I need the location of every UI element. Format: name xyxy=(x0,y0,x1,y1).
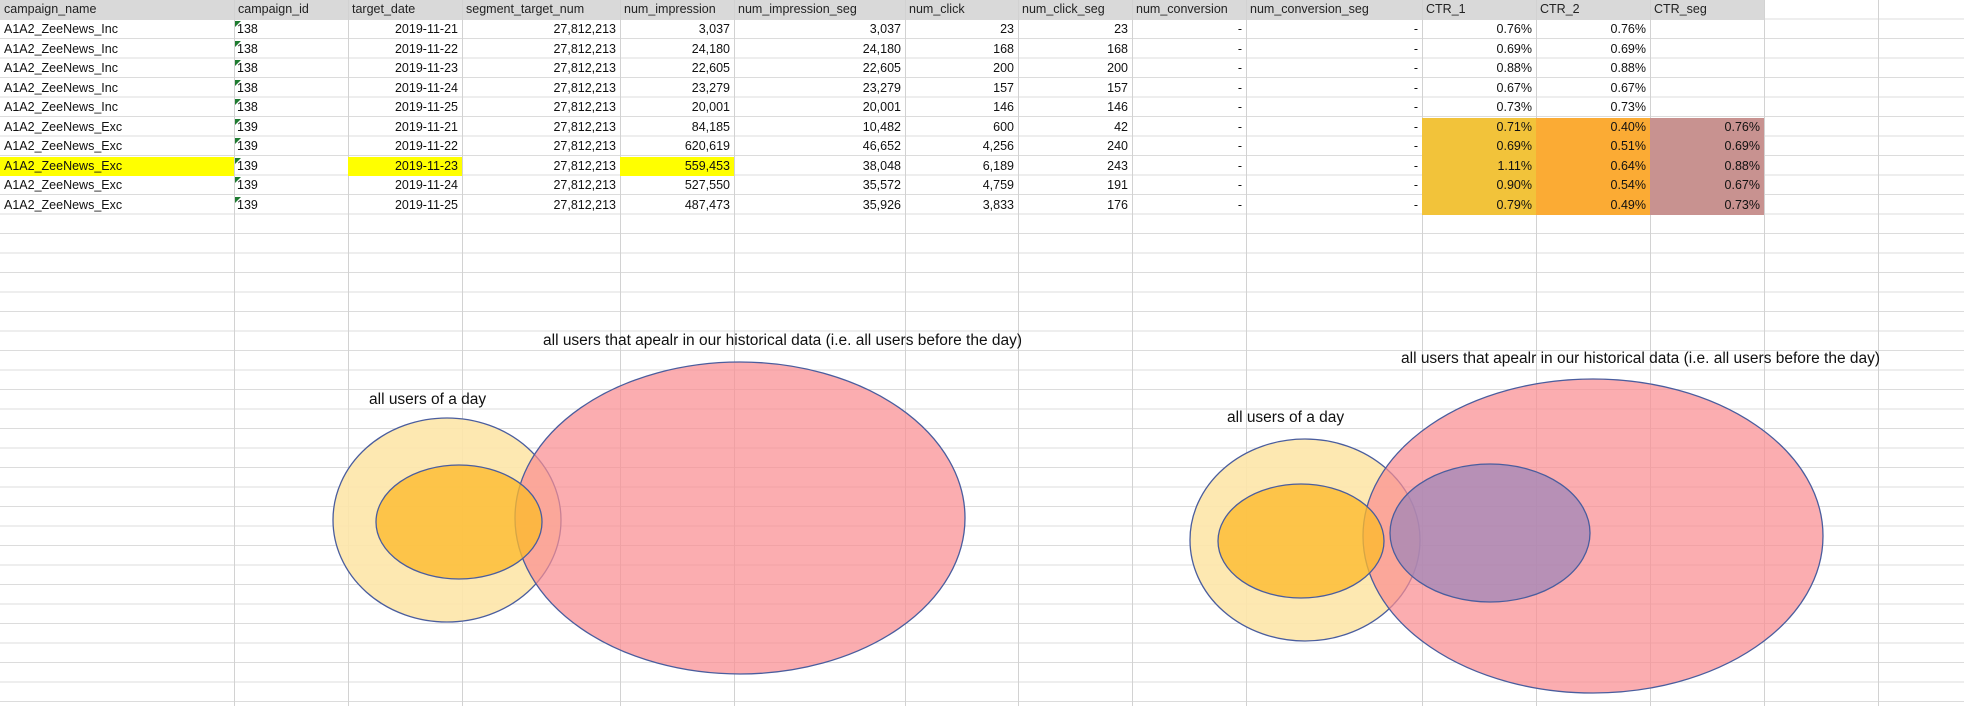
left-day-label: all users of a day xyxy=(369,391,486,408)
venn-diagrams: all users of a day all users that apealr… xyxy=(332,332,1880,694)
right-venn-diagram: all users of a day all users that apealr… xyxy=(1189,350,1880,694)
right-day-inner-ellipse[interactable] xyxy=(1217,483,1385,599)
right-day-label: all users of a day xyxy=(1227,409,1344,426)
left-day-inner-ellipse[interactable] xyxy=(375,464,543,580)
left-history-users-ellipse[interactable] xyxy=(514,361,966,675)
spreadsheet-grid: campaign_name campaign_id target_date segme… xyxy=(0,0,1964,706)
left-history-label: all users that apealr in our historical … xyxy=(543,332,1022,349)
right-segment-ellipse[interactable] xyxy=(1389,463,1591,603)
left-venn-diagram: all users of a day all users that apealr… xyxy=(332,332,1022,675)
right-history-label: all users that apealr in our historical … xyxy=(1401,350,1880,367)
